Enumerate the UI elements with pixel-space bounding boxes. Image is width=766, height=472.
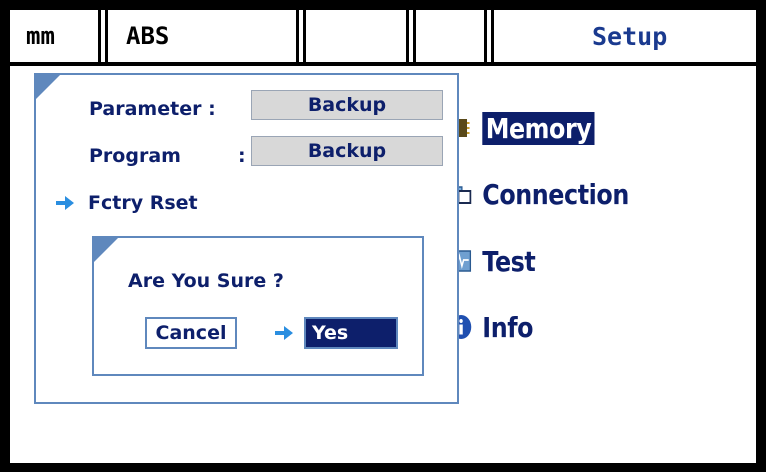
menu-item-memory[interactable]: Memory xyxy=(450,106,595,150)
menu-item-label: Test xyxy=(482,244,536,278)
tab-blank-1[interactable] xyxy=(310,10,406,62)
confirm-dialog: Are You Sure ? Cancel Yes xyxy=(92,236,424,376)
factory-reset-item[interactable]: Fctry Rset xyxy=(88,192,198,214)
menu-item-label: Memory xyxy=(482,111,595,145)
menu-item-label: Connection xyxy=(482,177,629,211)
yes-button[interactable]: Yes xyxy=(304,317,398,349)
tab-unit[interactable]: mm xyxy=(26,10,55,62)
selection-arrow-icon xyxy=(56,196,74,210)
selection-arrow-icon xyxy=(275,326,293,340)
tab-separator xyxy=(406,10,416,62)
menu-item-test[interactable]: Test xyxy=(450,239,536,283)
top-bar: mm ABS Setup xyxy=(10,10,756,66)
device-frame: mm ABS Setup Memory Connection Test Info… xyxy=(0,0,766,472)
parameter-label: Parameter : xyxy=(89,98,216,120)
tab-setup-title[interactable]: Setup xyxy=(592,10,667,62)
confirm-question: Are You Sure ? xyxy=(128,270,284,292)
backup-panel: Parameter : Backup Program : Backup Fctr… xyxy=(34,73,459,404)
program-label: Program xyxy=(89,145,181,167)
program-colon: : xyxy=(238,145,246,167)
screen: mm ABS Setup Memory Connection Test Info… xyxy=(10,10,756,463)
dialog-corner-marker xyxy=(94,238,118,262)
cancel-button[interactable]: Cancel xyxy=(145,317,237,349)
tab-separator xyxy=(98,10,108,62)
program-value-field[interactable]: Backup xyxy=(251,136,443,166)
tab-mode[interactable]: ABS xyxy=(126,10,169,62)
tab-blank-2[interactable] xyxy=(420,10,484,62)
tab-separator xyxy=(296,10,306,62)
menu-item-connection[interactable]: Connection xyxy=(450,172,629,216)
tab-separator xyxy=(484,10,494,62)
menu-item-info[interactable]: Info xyxy=(450,305,534,349)
parameter-value-field[interactable]: Backup xyxy=(251,90,443,120)
menu-item-label: Info xyxy=(482,310,534,344)
panel-corner-marker xyxy=(36,75,60,99)
